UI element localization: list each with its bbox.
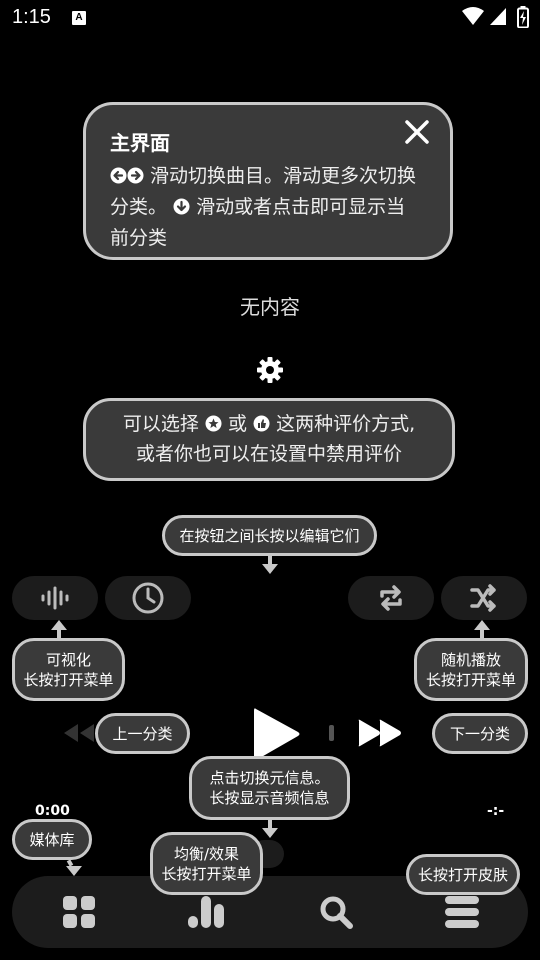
repeat-button[interactable] bbox=[348, 576, 434, 620]
rating-tooltip-text-3: 这两种评价方式, bbox=[276, 413, 416, 435]
equalizer-tooltip-line2: 长按打开菜单 bbox=[161, 864, 252, 883]
battery-icon bbox=[517, 6, 529, 29]
status-time: 1:15 bbox=[12, 6, 51, 28]
tooltip-body-line3: 前分类 bbox=[110, 227, 168, 249]
gear-icon[interactable] bbox=[256, 356, 284, 384]
rating-tooltip-text-4: 或者你也可以在设置中禁用评价 bbox=[135, 443, 402, 465]
waveform-icon bbox=[41, 586, 69, 610]
tooltip-pointer-stem bbox=[268, 556, 272, 564]
swipe-left-right-icon bbox=[110, 164, 144, 193]
main-screen-tooltip: 主界面 滑动切换曲目。滑动更多次切换 分类。 滑动或者点击即可显示当 前分类 bbox=[83, 102, 453, 260]
play-icon bbox=[254, 708, 300, 760]
equalizer-bars-icon bbox=[188, 896, 224, 928]
skin-tooltip: 长按打开皮肤 bbox=[406, 854, 520, 895]
clock-icon bbox=[132, 582, 164, 614]
menu-icon bbox=[445, 896, 479, 928]
tooltip-body-line2a: 分类。 bbox=[110, 196, 168, 218]
tooltip-pointer-stem bbox=[268, 820, 272, 828]
star-rating-icon bbox=[205, 412, 222, 440]
tooltip-body-line2b: 滑动或者点击即可显示当 bbox=[196, 196, 406, 218]
previous-category-tooltip-text: 上一分类 bbox=[112, 724, 173, 743]
metadata-tooltip-line1: 点击切换元信息。 bbox=[209, 769, 330, 787]
skin-tooltip-text: 长按打开皮肤 bbox=[417, 865, 508, 884]
sleep-timer-button[interactable] bbox=[105, 576, 191, 620]
close-icon[interactable] bbox=[402, 117, 432, 147]
repeat-icon bbox=[380, 585, 402, 611]
edit-buttons-tooltip-text: 在按钮之间长按以编辑它们 bbox=[179, 526, 360, 545]
shuffle-tooltip: 随机播放 长按打开菜单 bbox=[414, 638, 528, 701]
library-tooltip: 媒体库 bbox=[12, 819, 92, 860]
visualizer-tooltip-line2: 长按打开菜单 bbox=[23, 670, 114, 689]
tooltip-pointer-arrow bbox=[51, 620, 67, 630]
library-button[interactable] bbox=[57, 890, 101, 934]
metadata-tooltip-line2: 长按显示音频信息 bbox=[209, 789, 330, 807]
notification-icon: A bbox=[72, 11, 86, 25]
wifi-icon bbox=[462, 6, 484, 28]
elapsed-time: 0:00 bbox=[35, 803, 70, 819]
visualizer-tooltip-line1: 可视化 bbox=[45, 650, 91, 669]
empty-content-label: 无内容 bbox=[240, 295, 300, 319]
tooltip-body-line1: 滑动切换曲目。滑动更多次切换 bbox=[150, 165, 417, 187]
divider bbox=[329, 725, 334, 741]
next-category-tooltip: 下一分类 bbox=[432, 713, 528, 754]
tooltip-pointer-arrow bbox=[262, 564, 278, 574]
equalizer-button[interactable] bbox=[184, 890, 228, 934]
visualizer-tooltip: 可视化 长按打开菜单 bbox=[12, 638, 125, 701]
equalizer-tooltip-line1: 均衡/效果 bbox=[173, 844, 240, 863]
visualizer-button[interactable] bbox=[12, 576, 98, 620]
menu-button[interactable] bbox=[440, 890, 484, 934]
equalizer-tooltip: 均衡/效果 长按打开菜单 bbox=[150, 832, 263, 895]
tooltip-pointer-arrow bbox=[262, 828, 278, 838]
metadata-tooltip: 点击切换元信息。 长按显示音频信息 bbox=[189, 756, 350, 820]
search-button[interactable] bbox=[314, 890, 358, 934]
thumb-rating-icon bbox=[253, 412, 270, 440]
rating-tooltip-text-1: 可以选择 bbox=[122, 413, 199, 435]
shuffle-tooltip-line2: 长按打开菜单 bbox=[425, 670, 516, 689]
grid-icon bbox=[63, 896, 95, 928]
fast-forward-icon bbox=[358, 719, 401, 747]
rating-tooltip: 可以选择 或 这两种评价方式, 或者你也可以在设置中禁用评价 bbox=[83, 398, 455, 481]
tooltip-pointer-arrow bbox=[66, 866, 82, 876]
rating-tooltip-text-2: 或 bbox=[227, 413, 247, 435]
tooltip-body: 滑动切换曲目。滑动更多次切换 分类。 滑动或者点击即可显示当 前分类 bbox=[110, 162, 440, 253]
signal-icon bbox=[489, 6, 507, 28]
shuffle-tooltip-line1: 随机播放 bbox=[440, 650, 501, 669]
arrow-down-circle-icon bbox=[173, 195, 190, 224]
next-category-tooltip-text: 下一分类 bbox=[449, 724, 510, 743]
library-tooltip-text: 媒体库 bbox=[29, 830, 75, 849]
tooltip-title: 主界面 bbox=[110, 131, 170, 155]
edit-buttons-tooltip: 在按钮之间长按以编辑它们 bbox=[162, 515, 377, 556]
shuffle-icon bbox=[470, 584, 496, 612]
tooltip-pointer-arrow bbox=[474, 620, 490, 630]
previous-category-tooltip: 上一分类 bbox=[95, 713, 190, 754]
shuffle-button[interactable] bbox=[441, 576, 527, 620]
total-time: -:- bbox=[487, 803, 505, 819]
fast-forward-button[interactable] bbox=[356, 718, 404, 752]
search-icon bbox=[320, 896, 353, 929]
rewind-icon[interactable] bbox=[60, 722, 98, 748]
